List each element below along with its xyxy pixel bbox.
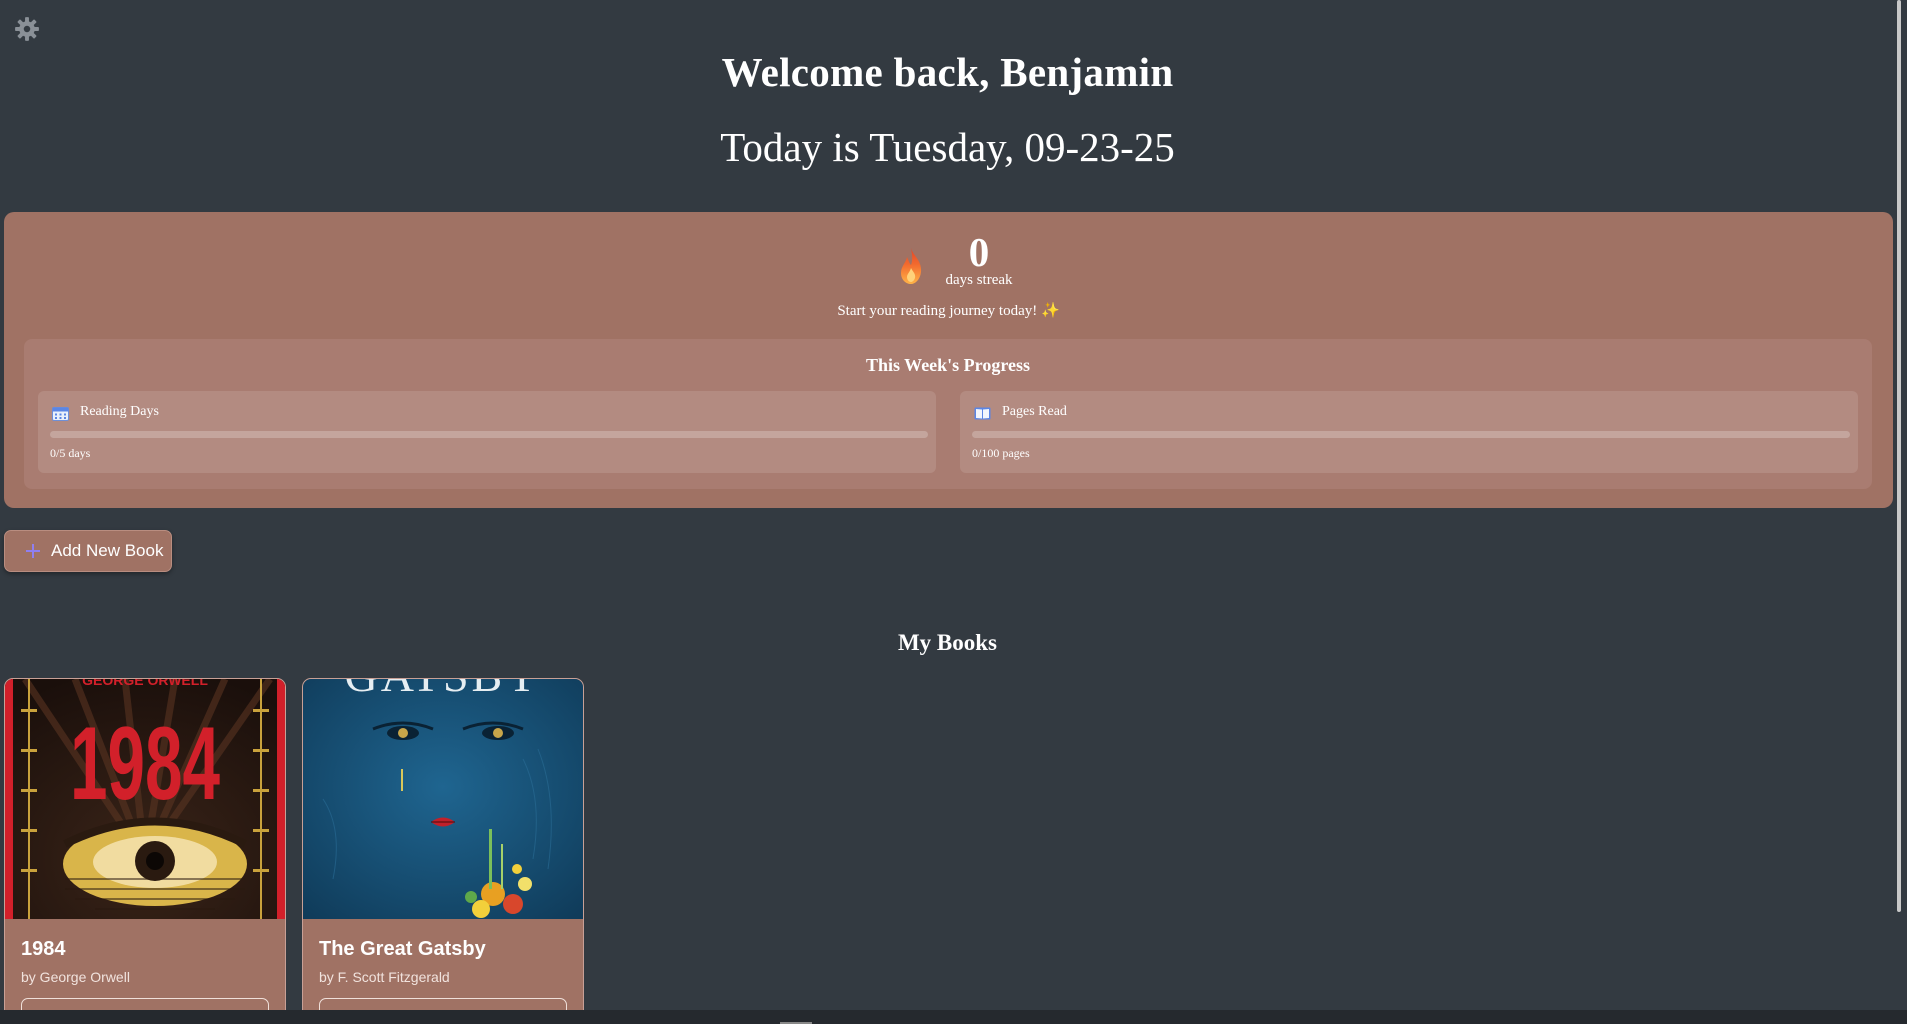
date-heading: Today is Tuesday, 09-23-25 xyxy=(720,124,1175,170)
add-new-book-button[interactable]: Add New Book xyxy=(4,530,172,572)
plus-icon xyxy=(26,544,40,558)
pages-read-progress-bar xyxy=(972,431,1850,438)
pages-read-card: Pages Read 0/100 pages xyxy=(960,391,1858,473)
streak-label: days streak xyxy=(945,272,1013,288)
cover-title-text: GATSBY xyxy=(345,679,542,701)
reading-days-value: 0/5 days xyxy=(50,446,91,460)
cover-title-text: 1984 xyxy=(70,706,220,822)
reading-days-card: Reading Days 0/5 days xyxy=(38,391,936,473)
book-cover-1984: GEORGE ORWELL 1984 xyxy=(5,679,285,919)
weekly-progress-title: This Week's Progress xyxy=(865,355,1031,375)
welcome-heading: Welcome back, Benjamin xyxy=(721,49,1174,95)
book-author: by F. Scott Fitzgerald xyxy=(319,969,450,985)
book-title: The Great Gatsby xyxy=(319,938,486,960)
book-author: by George Orwell xyxy=(21,969,130,985)
stats-panel: 0 days streak Start your reading journey… xyxy=(4,212,1893,508)
reading-days-progress-bar xyxy=(50,431,928,438)
streak-message: Start your reading journey today! ✨ xyxy=(837,303,1060,319)
gear-icon[interactable] xyxy=(14,16,40,42)
book-title: 1984 xyxy=(21,938,66,960)
scrollbar-thumb[interactable] xyxy=(1897,0,1901,912)
book-card-1984[interactable]: GEORGE ORWELL 1984 1984 by George Orwell xyxy=(4,678,286,1020)
my-books-heading: My Books xyxy=(897,630,998,655)
book-cover-the-great-gatsby: GATSBY xyxy=(303,679,583,919)
vertical-scrollbar[interactable] xyxy=(1894,0,1907,1010)
pages-read-label: Pages Read xyxy=(1002,404,1067,419)
calendar-icon xyxy=(52,407,69,421)
flame-icon xyxy=(901,248,922,284)
reading-days-label: Reading Days xyxy=(80,404,159,419)
weekly-progress-panel: This Week's Progress Reading Days 0/5 da… xyxy=(24,339,1872,489)
bottom-bar xyxy=(0,1010,1907,1024)
add-new-book-label: Add New Book xyxy=(51,541,164,560)
cover-author-text: GEORGE ORWELL xyxy=(82,679,208,688)
streak-count: 0 xyxy=(968,229,990,275)
book-card-the-great-gatsby[interactable]: GATSBY The Great Gatsby by F. Scott Fitz… xyxy=(302,678,584,1020)
book-icon xyxy=(974,407,991,420)
pages-read-value: 0/100 pages xyxy=(972,446,1030,460)
